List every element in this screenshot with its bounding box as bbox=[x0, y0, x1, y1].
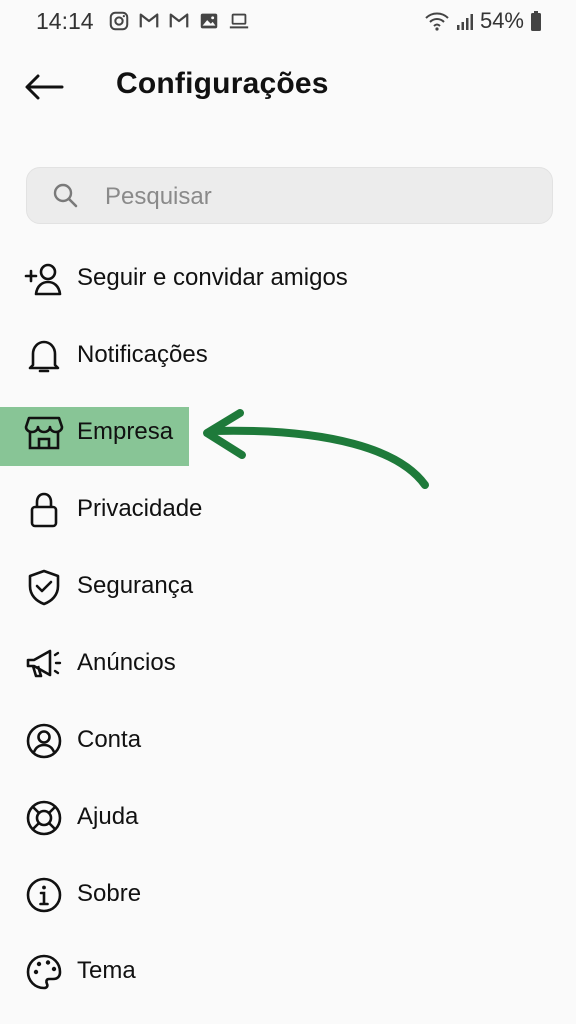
instagram-icon bbox=[109, 11, 129, 31]
laptop-icon bbox=[229, 13, 249, 29]
notification-icons bbox=[108, 10, 250, 32]
menu-item-label: Segurança bbox=[77, 572, 194, 599]
palette-icon bbox=[26, 954, 62, 990]
menu-item-account[interactable]: Conta bbox=[0, 710, 576, 772]
menu-item-label: Privacidade bbox=[77, 495, 203, 522]
menu-item-follow-invite[interactable]: Seguir e convidar amigos bbox=[0, 248, 576, 310]
add-person-icon bbox=[24, 263, 62, 296]
gmail-icon bbox=[169, 13, 189, 28]
lifebuoy-icon bbox=[26, 800, 62, 836]
menu-item-label: Empresa bbox=[77, 418, 174, 445]
search-box[interactable] bbox=[26, 167, 553, 225]
store-icon bbox=[24, 416, 64, 450]
megaphone-icon bbox=[26, 649, 62, 678]
menu-item-label: Anúncios bbox=[77, 649, 176, 676]
lock-icon bbox=[30, 492, 58, 528]
wifi-icon bbox=[425, 12, 449, 31]
menu-item-notifications[interactable]: Notificações bbox=[0, 325, 576, 387]
search-icon bbox=[53, 183, 78, 208]
gmail-icon bbox=[139, 13, 159, 28]
battery-percent: 54% bbox=[479, 8, 524, 33]
arrow-left-icon bbox=[25, 74, 64, 100]
menu-item-theme[interactable]: Tema bbox=[0, 941, 576, 1003]
menu-item-business[interactable]: Empresa bbox=[0, 402, 576, 464]
account-circle-icon bbox=[26, 723, 62, 759]
page-title: Configurações bbox=[116, 67, 329, 100]
menu-item-label: Notificações bbox=[77, 341, 208, 368]
menu-item-help[interactable]: Ajuda bbox=[0, 787, 576, 849]
menu-item-privacy[interactable]: Privacidade bbox=[0, 479, 576, 541]
battery-icon bbox=[531, 11, 541, 31]
menu-item-security[interactable]: Segurança bbox=[0, 556, 576, 618]
status-time: 14:14 bbox=[36, 8, 94, 34]
info-icon bbox=[26, 877, 62, 913]
menu-item-about[interactable]: Sobre bbox=[0, 864, 576, 926]
menu-item-ads[interactable]: Anúncios bbox=[0, 633, 576, 695]
menu-item-label: Ajuda bbox=[77, 803, 139, 830]
status-bar: 14:14 54% bbox=[0, 0, 576, 42]
menu-item-label: Sobre bbox=[77, 880, 142, 907]
shield-check-icon bbox=[28, 569, 60, 606]
app-bar: Configurações bbox=[0, 55, 576, 115]
bell-icon bbox=[28, 340, 60, 373]
menu-item-label: Conta bbox=[77, 726, 142, 753]
back-button[interactable] bbox=[18, 67, 66, 107]
status-right: 54% bbox=[424, 8, 542, 34]
menu-item-label: Seguir e convidar amigos bbox=[77, 264, 348, 291]
menu-item-label: Tema bbox=[77, 957, 136, 984]
gallery-icon bbox=[200, 13, 218, 29]
search-input[interactable] bbox=[103, 168, 537, 225]
signal-icon bbox=[456, 14, 473, 30]
